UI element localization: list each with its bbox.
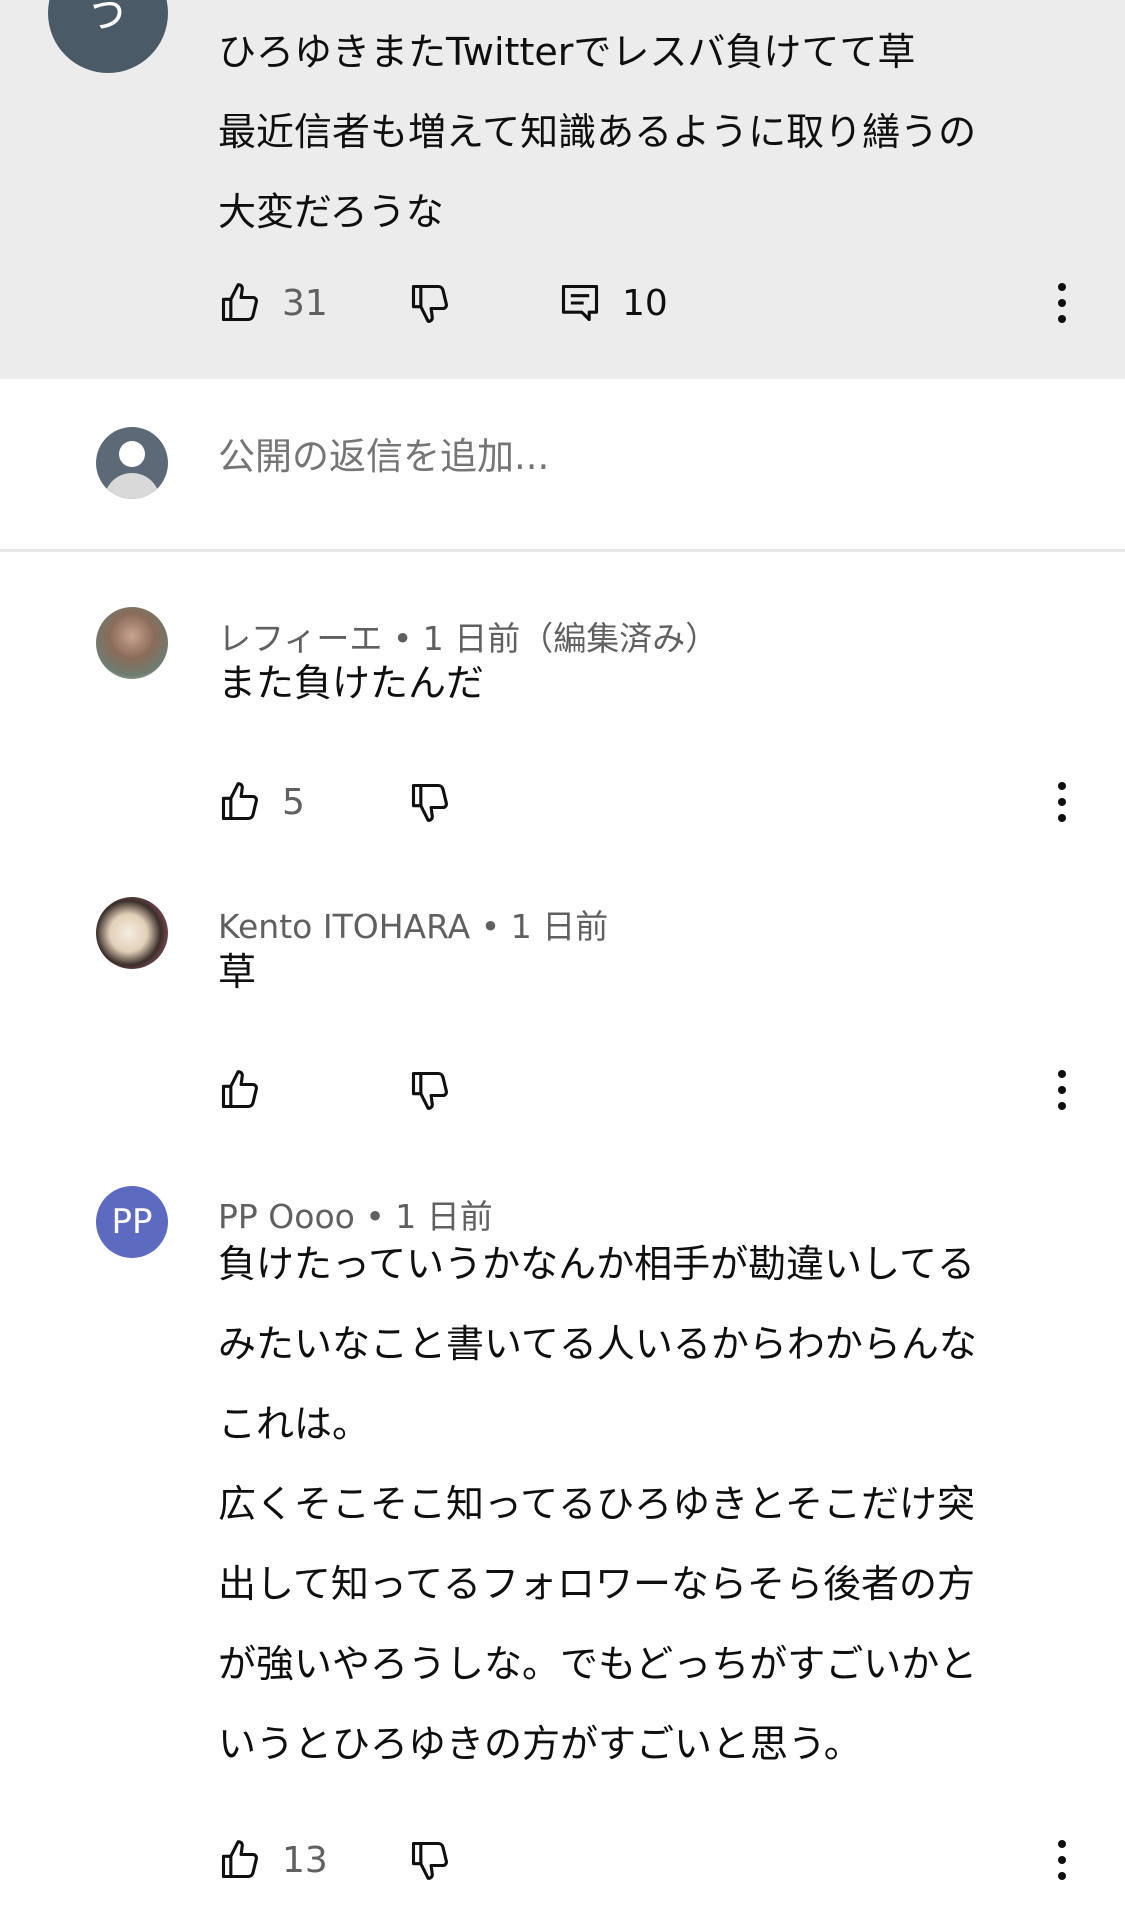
comment-text: 負けたっていうかなんか相手が勘違いしてる みたいなこと書いてる人いるからわからん… (218, 1224, 1098, 1784)
parent-avatar[interactable]: う (48, 0, 168, 73)
comment-line: が強いやろうしな。でもどっちがすごいかと (218, 1642, 978, 1686)
comment-line: 草 (218, 950, 257, 994)
thumb-up-icon (221, 782, 258, 821)
comment-line: 出して知ってるフォロワーならそら後者の方 (218, 1562, 975, 1606)
comment-line: 負けたっていうかなんか相手が勘違いしてる (218, 1242, 975, 1286)
divider (0, 549, 1125, 552)
action-bar: 5 (218, 772, 1098, 832)
add-reply-row (0, 379, 1125, 549)
more-vert-icon[interactable] (1040, 273, 1084, 333)
thumb-down-icon (411, 1071, 448, 1110)
dislike-button[interactable] (408, 772, 452, 832)
comment-line: みたいなこと書いてる人いるからわからんな (218, 1322, 977, 1366)
comment-line: ひろゆきまたTwitterでレスバ負けてて草 (218, 30, 916, 74)
parent-comment: う ひろゆきまたTwitterでレスバ負けてて草 最近信者も増えて知識あるように… (0, 0, 1125, 379)
like-button[interactable]: 13 (218, 1830, 328, 1890)
comment-line: 広くそこそこ知ってるひろゆきとそこだけ突 (218, 1482, 975, 1526)
more-vert-icon[interactable] (1040, 772, 1084, 832)
dislike-button[interactable] (408, 1060, 452, 1120)
parent-comment-text: ひろゆきまたTwitterでレスバ負けてて草 最近信者も増えて知識あるように取り… (218, 12, 1098, 252)
comment-text: また負けたんだ (218, 643, 1098, 723)
dislike-button[interactable] (408, 1830, 452, 1890)
dislike-button[interactable] (408, 273, 452, 333)
like-button[interactable]: 5 (218, 772, 305, 832)
replies-button[interactable]: 10 (558, 273, 668, 333)
reply-count: 10 (622, 282, 668, 324)
like-count: 5 (282, 781, 305, 823)
reply-icon (561, 284, 599, 322)
comment-line: いうとひろゆきの方がすごいと思う。 (218, 1722, 862, 1766)
like-count: 31 (282, 282, 328, 324)
like-button[interactable]: 31 (218, 273, 328, 333)
comment-text: 草 (218, 932, 1098, 1012)
more-vert-icon[interactable] (1040, 1830, 1084, 1890)
thumb-up-icon (221, 283, 258, 322)
like-button[interactable] (218, 1060, 282, 1120)
avatar[interactable] (96, 607, 168, 679)
thumb-up-icon (221, 1840, 258, 1879)
action-bar: 13 (218, 1830, 1098, 1890)
avatar[interactable] (96, 897, 168, 969)
reply-input[interactable] (218, 435, 1018, 478)
comment-line: また負けたんだ (218, 661, 485, 705)
thumb-up-icon (221, 1070, 258, 1109)
comment-line: 大変だろうな (218, 190, 444, 234)
thumb-down-icon (411, 783, 448, 822)
thumb-down-icon (411, 284, 448, 323)
comment-line: これは。 (218, 1402, 371, 1446)
action-bar (218, 1060, 1098, 1120)
parent-action-bar: 31 10 (218, 273, 1098, 333)
avatar[interactable]: PP (96, 1186, 168, 1258)
like-count: 13 (282, 1839, 328, 1881)
user-avatar-icon (96, 427, 168, 499)
comment-line: 最近信者も増えて知識あるように取り繕うの (218, 110, 977, 154)
thumb-down-icon (411, 1841, 448, 1880)
more-vert-icon[interactable] (1040, 1060, 1084, 1120)
